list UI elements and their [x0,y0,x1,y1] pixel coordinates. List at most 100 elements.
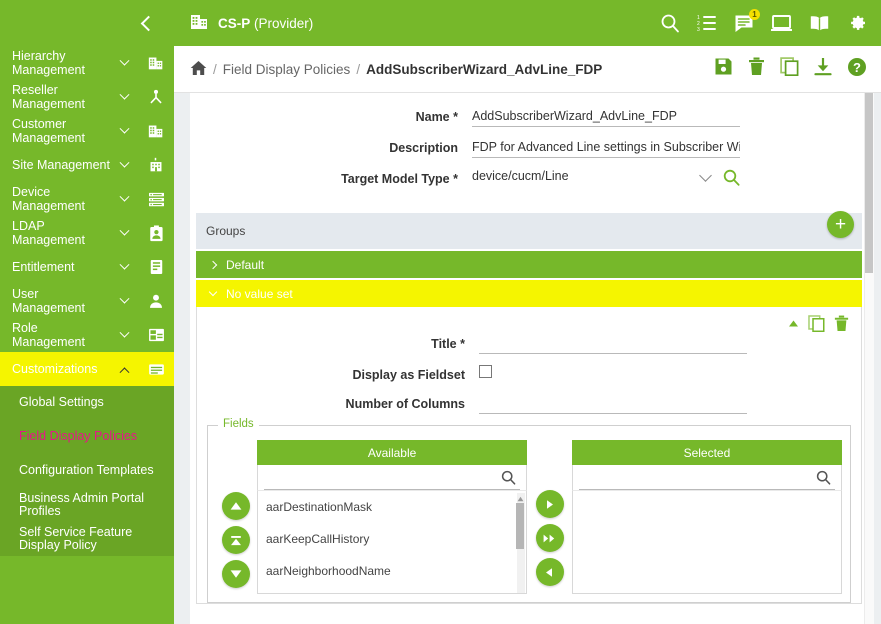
breadcrumb-separator-1: / [213,61,217,77]
dual-list: Available aarDestinationMask aarKeepCallH… [216,436,843,594]
role-window-icon [138,328,174,342]
available-list-scrollbar[interactable] [516,493,526,593]
available-list-body[interactable]: aarDestinationMask aarKeepCallHistory aarN… [256,490,528,594]
clone-icon[interactable] [808,315,825,332]
server-list-icon [138,192,174,207]
search-icon[interactable] [660,13,680,33]
add-all-button[interactable] [535,524,564,552]
chevron-down-icon [208,287,226,297]
sidebar-subitem-label: Global Settings [19,395,104,410]
display-as-fieldset-checkbox[interactable] [479,365,492,378]
collapse-caret-icon[interactable] [788,319,799,328]
transactions-list-icon[interactable]: 123 [697,14,717,32]
main-area: CS-P (Provider) 123 1 / Field Display Po… [174,0,881,624]
sidebar-item-reseller-management[interactable]: Reseller Management [0,80,174,114]
target-model-type-select[interactable]: device/cucm/Line [472,168,740,186]
target-model-type-label-text: Target Model Type [341,172,450,186]
top-bar: CS-P (Provider) 123 1 [174,0,881,46]
delete-icon[interactable] [834,315,849,332]
sidebar-item-role-management[interactable]: Role Management [0,318,174,352]
content-scrollbar[interactable] [864,93,874,624]
save-icon[interactable] [714,57,733,81]
sidebar-subitem-field-display-policies[interactable]: Field Display Policies [0,420,174,454]
messages-icon[interactable]: 1 [734,8,760,33]
sidebar-collapse-button[interactable] [0,0,174,46]
sidebar-item-ldap-management[interactable]: LDAP Management [0,216,174,250]
clone-icon[interactable] [780,57,799,81]
chevron-down-icon [116,293,132,305]
available-search-input[interactable] [263,470,521,490]
available-list-scroll-thumb[interactable] [516,503,525,549]
target-model-type-search-button[interactable] [723,169,740,186]
sidebar-subitem-global-settings[interactable]: Global Settings [0,386,174,420]
scroll-up-icon[interactable] [516,494,524,503]
order-buttons [216,440,257,588]
transfer-buttons [527,440,572,586]
content-card: Name * Description Target Model Type * [190,93,874,624]
sidebar-subitem-configuration-templates[interactable]: Configuration Templates [0,454,174,488]
description-input[interactable] [472,139,740,158]
docs-book-icon[interactable] [809,15,830,32]
breadcrumb: / Field Display Policies / AddSubscriber… [190,60,602,79]
number-of-columns-control [479,394,861,414]
move-top-button[interactable] [222,526,251,554]
name-label: Name * [190,107,472,124]
chevron-up-icon [116,366,132,377]
content-scroll-thumb[interactable] [865,93,873,273]
sidebar-item-device-management[interactable]: Device Management [0,182,174,216]
home-icon[interactable] [190,60,207,79]
building-grid-icon [138,123,174,139]
breadcrumb-parent-link[interactable]: Field Display Policies [223,62,351,77]
chevron-down-icon [116,327,132,339]
list-item[interactable]: aarDestinationMask [258,491,526,523]
sidebar-subitem-business-admin-portal-profiles[interactable]: Business Admin Portal Profiles [0,488,174,522]
monitor-icon[interactable] [771,14,792,32]
remove-selected-button[interactable] [535,558,564,586]
sidebar-subitem-label: Business Admin Portal Profiles [19,490,145,518]
selected-list-body[interactable] [571,490,843,594]
delete-icon[interactable] [748,57,765,81]
sidebar-subnav[interactable]: Global Settings Field Display Policies Con… [0,386,174,556]
chevron-down-icon [116,191,132,203]
search-icon[interactable] [816,470,831,490]
brand-title: CS-P (Provider) [218,16,313,31]
title-required-mark: * [460,337,465,351]
sidebar-item-entitlement[interactable]: Entitlement [0,250,174,284]
title-input[interactable] [479,335,747,354]
number-of-columns-input[interactable] [479,395,747,414]
chevron-left-icon [140,15,157,31]
sidebar-item-hierarchy-management[interactable]: Hierarchy Management [0,46,174,80]
sidebar-item-site-management[interactable]: Site Management [0,148,174,182]
sidebar-nav[interactable]: Hierarchy Management Reseller Management C… [0,46,174,624]
export-icon[interactable] [814,57,832,81]
move-down-button[interactable] [222,560,251,588]
sidebar-item-customizations[interactable]: Customizations [0,352,174,386]
display-as-fieldset-control [479,365,861,383]
search-icon[interactable] [501,470,516,490]
sidebar-subitem-label: Configuration Templates [19,463,154,478]
name-required-mark: * [453,110,458,124]
move-up-button[interactable] [222,492,251,520]
sidebar-item-label: Site Management [12,158,110,172]
topbar-icons: 123 1 [660,8,867,33]
brand-title-rest: (Provider) [250,15,314,31]
chevron-down-icon [116,259,132,271]
user-icon [138,293,174,309]
add-group-button[interactable]: + [827,211,854,238]
sidebar-subitem-self-service-feature-display-policy[interactable]: Self Service Feature Display Policy [0,522,174,556]
form-row-target-model-type: Target Model Type * device/cucm/Line [190,168,874,186]
group-row-no-value-set[interactable]: No value set [196,280,862,307]
gear-icon[interactable] [847,13,867,33]
group-row-default[interactable]: Default [196,251,862,278]
selected-search-input[interactable] [578,470,836,490]
name-label-text: Name [415,110,450,124]
description-control [472,138,874,158]
add-selected-button[interactable] [535,490,564,518]
name-control [472,107,874,127]
list-item[interactable]: aarKeepCallHistory [258,523,526,555]
help-icon[interactable]: ? [847,57,867,82]
sidebar-item-user-management[interactable]: User Management [0,284,174,318]
name-input[interactable] [472,108,740,127]
sidebar-item-customer-management[interactable]: Customer Management [0,114,174,148]
list-item[interactable]: aarNeighborhoodName [258,555,526,587]
